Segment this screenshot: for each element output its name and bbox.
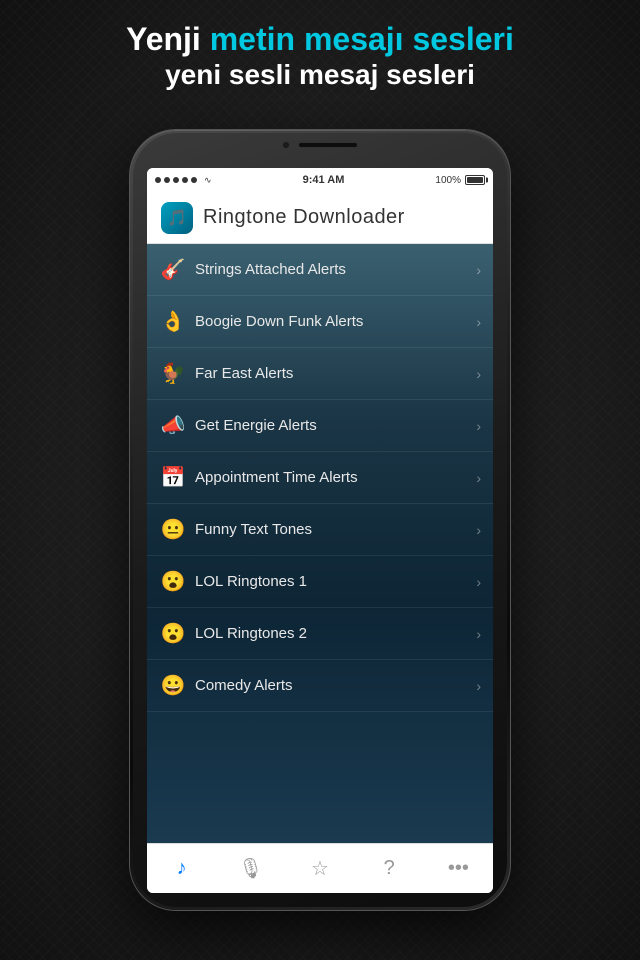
list-item-emoji: 😮 [159,621,187,646]
list-item[interactable]: 🎸 Strings Attached Alerts › [147,244,493,296]
battery-fill [467,177,483,183]
list-item-emoji: 🐓 [159,361,187,386]
tab-star[interactable]: ☆ [285,844,354,893]
ringtone-list: 🎸 Strings Attached Alerts › 👌 Boogie Dow… [147,244,493,843]
tab-mic[interactable]: 🎙 [216,844,285,893]
chevron-right-icon: › [476,574,481,590]
list-item-label: Appointment Time Alerts [195,469,476,486]
speaker-grille [298,142,358,148]
tab-bar: ♪ 🎙 ☆ ? ••• [147,843,493,893]
wifi-indicator: ∿ [204,175,212,186]
status-right: 100% [435,175,485,186]
header-section: Yenji metin mesajı sesleri yeni sesli me… [0,22,640,94]
phone-frame: ∿ 9:41 AM 100% 🎵 Ringtone Downl [130,130,510,910]
chevron-right-icon: › [476,262,481,278]
phone-inner-shell: ∿ 9:41 AM 100% 🎵 Ringtone Downl [133,133,507,907]
list-item-label: LOL Ringtones 1 [195,573,476,590]
header-line2: yeni sesli mesaj sesleri [0,57,640,93]
list-item-label: Boogie Down Funk Alerts [195,313,476,330]
list-item-label: Strings Attached Alerts [195,261,476,278]
tab-more[interactable]: ••• [424,844,493,893]
star-tab-icon: ☆ [311,856,329,881]
list-item[interactable]: 📣 Get Energie Alerts › [147,400,493,452]
list-item[interactable]: 😀 Comedy Alerts › [147,660,493,712]
list-item[interactable]: 🐓 Far East Alerts › [147,348,493,400]
header-accent-text: metin mesajı sesleri [210,21,514,57]
list-item[interactable]: 👌 Boogie Down Funk Alerts › [147,296,493,348]
chevron-right-icon: › [476,366,481,382]
app-icon: 🎵 [161,202,193,234]
list-item-label: LOL Ringtones 2 [195,625,476,642]
tab-music[interactable]: ♪ [147,844,216,893]
list-item[interactable]: 😐 Funny Text Tones › [147,504,493,556]
list-item-label: Comedy Alerts [195,677,476,694]
list-item[interactable]: 😮 LOL Ringtones 1 › [147,556,493,608]
list-item[interactable]: 😮 LOL Ringtones 2 › [147,608,493,660]
app-title: Ringtone Downloader [203,206,405,229]
list-item-label: Far East Alerts [195,365,476,382]
phone-outer-shell: ∿ 9:41 AM 100% 🎵 Ringtone Downl [130,130,510,910]
battery-icon [465,175,485,185]
list-item-emoji: 👌 [159,309,187,334]
app-icon-emoji: 🎵 [167,208,187,228]
chevron-right-icon: › [476,470,481,486]
header-line1: Yenji metin mesajı sesleri [0,22,640,57]
more-tab-icon: ••• [448,857,469,880]
status-bar: ∿ 9:41 AM 100% [147,168,493,192]
list-item[interactable]: 📅 Appointment Time Alerts › [147,452,493,504]
help-tab-icon: ? [384,857,395,880]
tab-help[interactable]: ? [355,844,424,893]
chevron-right-icon: › [476,418,481,434]
chevron-right-icon: › [476,522,481,538]
list-item-label: Get Energie Alerts [195,417,476,434]
signal-strength: ∿ [155,175,212,186]
list-item-emoji: 😮 [159,569,187,594]
chevron-right-icon: › [476,314,481,330]
status-time: 9:41 AM [303,174,345,186]
header-plain-text: Yenji [126,21,210,57]
list-item-emoji: 🎸 [159,257,187,282]
phone-screen: ∿ 9:41 AM 100% 🎵 Ringtone Downl [147,168,493,893]
list-item-emoji: 😐 [159,517,187,542]
navigation-bar: 🎵 Ringtone Downloader [147,192,493,244]
list-item-emoji: 📣 [159,413,187,438]
list-item-emoji: 📅 [159,465,187,490]
music-tab-icon: ♪ [177,857,187,880]
mic-tab-icon: 🎙 [238,856,263,881]
camera-dot [282,141,290,149]
chevron-right-icon: › [476,626,481,642]
battery-percentage: 100% [435,175,461,186]
chevron-right-icon: › [476,678,481,694]
list-item-emoji: 😀 [159,673,187,698]
list-item-label: Funny Text Tones [195,521,476,538]
